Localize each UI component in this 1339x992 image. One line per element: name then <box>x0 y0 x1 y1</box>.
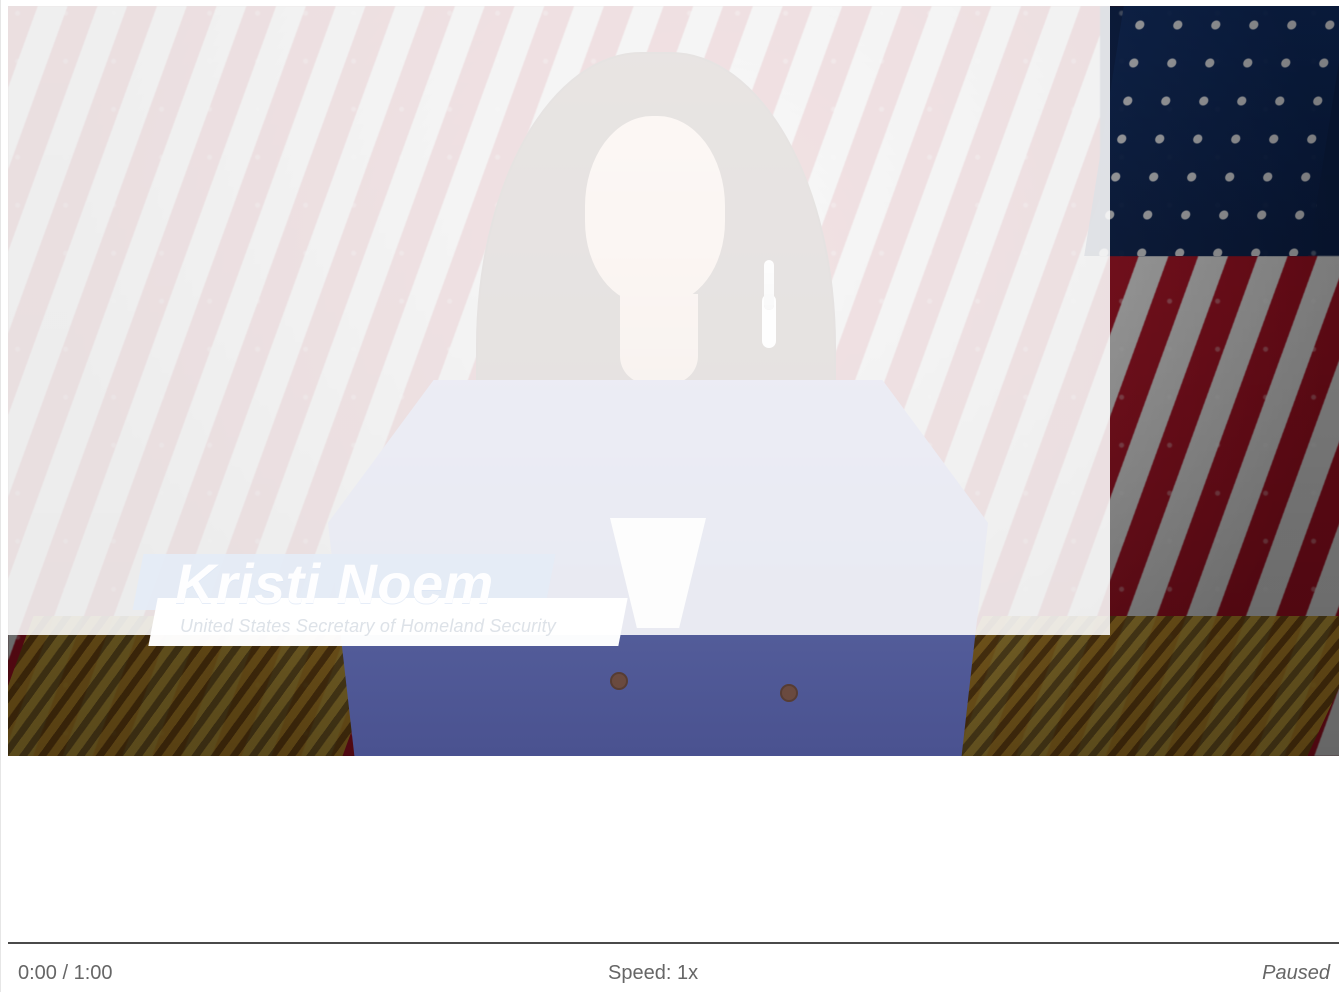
playback-control-bar: 0:00 / 1:00 Speed: 1x Paused <box>8 942 1339 992</box>
lower-third: Kristi Noem United States Secretary of H… <box>8 6 1110 646</box>
time-display: 0:00 / 1:00 <box>18 962 113 984</box>
video-frame[interactable]: Kristi Noem United States Secretary of H… <box>8 6 1339 756</box>
jacket-button-left <box>610 672 628 690</box>
playback-status: Paused <box>1262 962 1330 984</box>
video-player-page: Kristi Noem United States Secretary of H… <box>0 0 1339 992</box>
speaker-name: Kristi Noem <box>175 552 494 615</box>
jacket-button-right <box>780 684 798 702</box>
speed-display: Speed: 1x <box>608 962 699 984</box>
video-empty-area <box>8 756 1339 942</box>
speaker-title: United States Secretary of Homeland Secu… <box>180 616 556 636</box>
